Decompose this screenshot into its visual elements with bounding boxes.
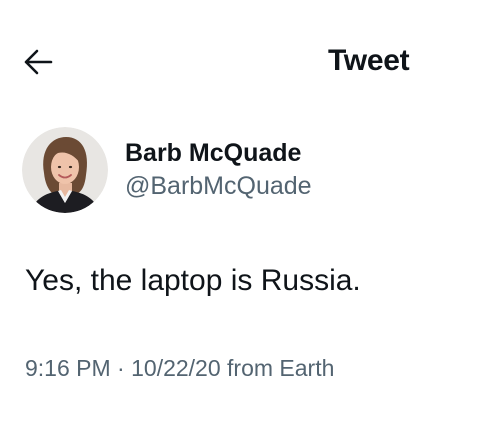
tweet-source: from Earth <box>220 355 335 381</box>
tweet-header: Tweet <box>0 0 501 120</box>
tweet-time[interactable]: 9:16 PM <box>25 355 111 381</box>
page-title: Tweet <box>328 44 410 77</box>
tweet-date[interactable]: 10/22/20 <box>131 355 221 381</box>
profile-photo-icon <box>22 127 108 213</box>
back-button[interactable] <box>18 42 58 82</box>
author-display-name[interactable]: Barb McQuade <box>125 139 301 168</box>
author-handle[interactable]: @BarbMcQuade <box>125 172 312 201</box>
tweet-meta: 9:16 PM · 10/22/20 from Earth <box>25 355 334 382</box>
author-block: Barb McQuade @BarbMcQuade <box>22 127 482 217</box>
arrow-left-icon <box>24 49 53 75</box>
tweet-text: Yes, the laptop is Russia. <box>25 264 361 297</box>
avatar[interactable] <box>22 127 108 213</box>
meta-separator: · <box>110 355 132 381</box>
